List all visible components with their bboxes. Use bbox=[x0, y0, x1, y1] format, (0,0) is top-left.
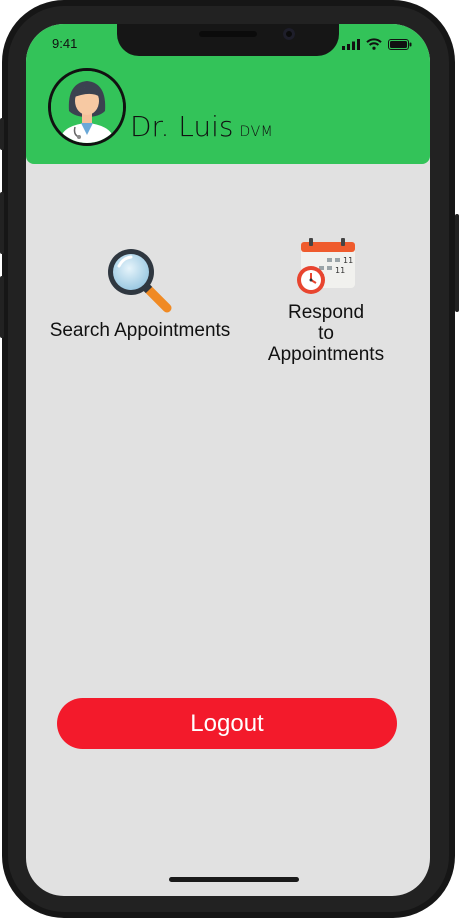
respond-label-line-1: Respond bbox=[287, 302, 365, 323]
signal-icon bbox=[342, 38, 360, 50]
doctor-avatar[interactable] bbox=[48, 68, 126, 146]
logout-button[interactable]: Logout bbox=[57, 698, 397, 749]
mute-switch bbox=[0, 118, 4, 150]
battery-icon bbox=[388, 38, 412, 50]
volume-up-button bbox=[0, 192, 4, 254]
camera-icon bbox=[283, 28, 295, 40]
search-appointments-button[interactable]: Search Appointments bbox=[44, 244, 236, 341]
svg-text:11: 11 bbox=[335, 266, 345, 275]
wifi-icon bbox=[366, 38, 382, 50]
home-indicator[interactable] bbox=[169, 877, 299, 882]
respond-label-line-2: to bbox=[318, 323, 334, 344]
doctor-name: Dr. Luis DVM bbox=[130, 110, 273, 143]
notch bbox=[117, 24, 339, 56]
magnifier-icon bbox=[108, 249, 172, 313]
status-icons bbox=[342, 38, 412, 50]
doctor-avatar-icon bbox=[51, 71, 123, 143]
speaker-grille bbox=[199, 31, 257, 37]
doctor-name-text: Dr. Luis bbox=[130, 110, 234, 143]
doctor-credential: DVM bbox=[239, 124, 274, 140]
search-appointments-label: Search Appointments bbox=[49, 320, 231, 341]
status-time: 9:41 bbox=[52, 36, 78, 51]
power-button bbox=[455, 214, 459, 312]
respond-appointments-button[interactable]: 11 11 Respond to Appointments bbox=[256, 238, 396, 365]
calendar-clock-icon: 11 11 bbox=[297, 238, 355, 294]
respond-label-line-3: Appointments bbox=[267, 344, 385, 365]
app-screen: 9:41 Dr. Luis DVM Search Appointments 11… bbox=[26, 24, 430, 896]
svg-text:11: 11 bbox=[343, 256, 353, 265]
volume-down-button bbox=[0, 276, 4, 338]
profile-header: 9:41 Dr. Luis DVM bbox=[26, 24, 430, 164]
